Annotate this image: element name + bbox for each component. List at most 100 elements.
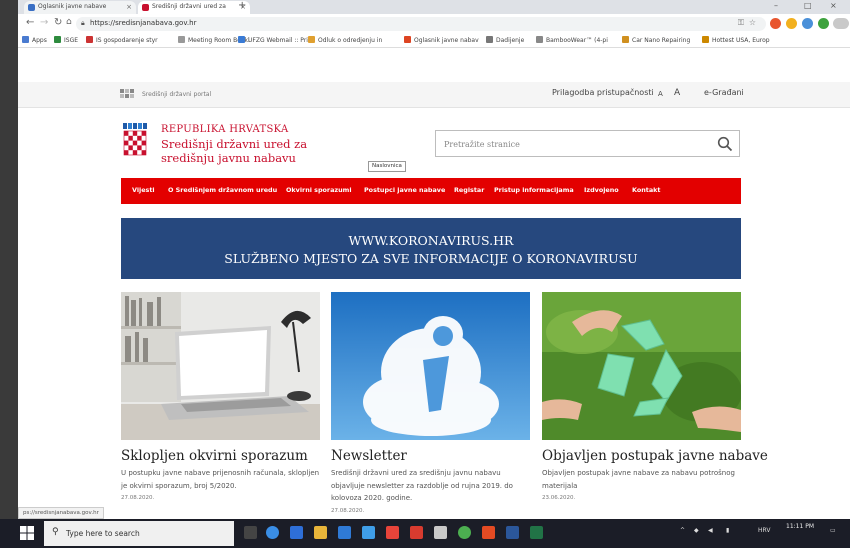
excel-icon[interactable] <box>530 526 543 539</box>
app-icon[interactable] <box>434 526 447 539</box>
nav-item-o-uredu[interactable]: O Središnjem državnom uredu <box>168 186 277 194</box>
tab-close-icon[interactable]: × <box>126 3 132 11</box>
word-icon[interactable] <box>506 526 519 539</box>
windows-start-icon[interactable] <box>20 526 34 540</box>
file-explorer-icon[interactable] <box>314 526 327 539</box>
browser-toolbar: ← → ↻ ⌂ 🔒︎ https://sredisnjanabava.gov.h… <box>18 14 850 34</box>
card-text-postupak: Objavljen postupak javne nabave za nabav… <box>542 469 735 490</box>
bookmark-item[interactable]: UFZG Webmail :: Pri <box>238 36 308 44</box>
profile-toggle-icon[interactable] <box>833 18 849 29</box>
mail-icon[interactable] <box>362 526 375 539</box>
key-icon[interactable]: ⚿ <box>738 18 744 28</box>
bookmark-item[interactable]: Hottest USA, Europ <box>702 36 770 44</box>
bookmark-item[interactable]: Odluk o odredjenju in <box>308 36 382 44</box>
search-icon[interactable] <box>717 136 733 152</box>
bookmark-favicon-icon <box>622 36 629 43</box>
bookmark-item[interactable]: BambooWear™ (4-pi <box>536 36 608 44</box>
close-window-icon[interactable]: × <box>830 1 837 10</box>
nav-item-pristup-informacijama[interactable]: Pristup informacijama <box>494 186 574 194</box>
bookmark-favicon-icon <box>86 36 93 43</box>
card-title-newsletter[interactable]: Newsletter <box>331 448 407 464</box>
card-text-sporazum: U postupku javne nabave prijenosnih raču… <box>121 469 320 490</box>
bookmark-favicon-icon <box>404 36 411 43</box>
portal-link[interactable]: Središnji državni portal <box>142 91 211 98</box>
nav-item-postupci[interactable]: Postupci javne nabave <box>364 186 445 194</box>
egradani-link[interactable]: e-Građani <box>704 88 744 97</box>
app-icon[interactable] <box>338 526 351 539</box>
card-title-sporazum[interactable]: Sklopljen okvirni sporazum <box>121 448 308 464</box>
koronavirus-banner[interactable]: WWW.KORONAVIRUS.HR SLUŽBENO MJESTO ZA SV… <box>121 218 741 279</box>
bookmark-favicon-icon <box>238 36 245 43</box>
extension-icon[interactable] <box>802 18 813 29</box>
site-utility-bar: Središnji državni portal Prilagodba pris… <box>18 82 850 108</box>
bookmark-star-icon[interactable]: ☆ <box>749 18 756 27</box>
address-bar[interactable]: 🔒︎ https://sredisnjanabava.gov.hr ⚿ ☆ <box>76 17 766 31</box>
bookmark-favicon-icon <box>536 36 543 43</box>
tab-favicon-icon <box>142 4 149 11</box>
bookmark-item[interactable]: Apps <box>22 36 47 44</box>
nav-item-kontakt[interactable]: Kontakt <box>632 186 660 194</box>
task-view-icon[interactable] <box>244 526 257 539</box>
forward-icon[interactable]: → <box>40 17 48 28</box>
nav-item-vijesti[interactable]: Vijesti <box>132 186 155 194</box>
banner-subtitle: SLUŽBENO MJESTO ZA SVE INFORMACIJE O KOR… <box>224 251 638 266</box>
bookmark-favicon-icon <box>54 36 61 43</box>
banner-title: WWW.KORONAVIRUS.HR <box>348 233 514 248</box>
edge-icon[interactable] <box>266 526 279 539</box>
app-icon[interactable] <box>290 526 303 539</box>
portal-logo-icon <box>120 89 134 98</box>
office-name-line2[interactable]: središnju javnu nabavu <box>161 151 296 165</box>
maximize-icon[interactable]: □ <box>804 1 812 10</box>
app-icon[interactable] <box>410 526 423 539</box>
card-date-newsletter: 27.08.2020. <box>331 508 365 514</box>
search-input[interactable] <box>444 137 704 151</box>
accessibility-link[interactable]: Prilagodba pristupačnosti <box>552 88 654 97</box>
search-icon: ⚲ <box>52 527 59 537</box>
network-icon[interactable]: ◆ <box>694 527 699 534</box>
app-icon[interactable] <box>386 526 399 539</box>
card-date-sporazum: 27.08.2020. <box>121 495 155 501</box>
newsletter-cloud-image[interactable] <box>331 292 530 440</box>
nav-item-okvirni-sporazumi[interactable]: Okvirni sporazumi <box>286 186 352 194</box>
taskbar-search-placeholder: Type here to search <box>66 529 140 538</box>
nav-item-izdvojeno[interactable]: Izdvojeno <box>584 186 619 194</box>
card-title-postupak[interactable]: Objavljen postupak javne nabave <box>542 448 768 464</box>
tab-sredisnji[interactable]: Središnji državni ured za × <box>138 1 250 14</box>
screen: Oglasnik javne nabave × Središnji državn… <box>0 0 850 548</box>
recycle-image[interactable] <box>542 292 741 440</box>
minimize-icon[interactable]: – <box>774 1 778 10</box>
taskbar-search[interactable]: ⚲ Type here to search <box>44 521 234 546</box>
tray-chevron-icon[interactable]: ^ <box>680 527 685 534</box>
country-name[interactable]: REPUBLIKA HRVATSKA <box>161 124 289 135</box>
bookmark-item[interactable]: Dadijenje <box>486 36 524 44</box>
office-name-line1[interactable]: Središnji državni ured za <box>161 137 307 151</box>
keyboard-language[interactable]: HRV <box>758 527 770 534</box>
bookmark-item[interactable]: Car Nano Repairing <box>622 36 690 44</box>
bookmark-item[interactable]: IS gospodarenje styr <box>86 36 158 44</box>
extension-icon[interactable] <box>818 18 829 29</box>
bookmarks-bar: Apps ISGE IS gospodarenje styr Meeting Room… <box>18 34 850 48</box>
battery-icon[interactable]: ▮ <box>726 527 729 534</box>
bookmark-item[interactable]: ISGE <box>54 36 78 44</box>
font-increase-button[interactable]: A <box>674 88 680 98</box>
tab-oglasnik[interactable]: Oglasnik javne nabave × <box>24 1 136 14</box>
nav-item-registar[interactable]: Registar <box>454 186 484 194</box>
laptop-image[interactable] <box>121 292 320 440</box>
bookmark-favicon-icon <box>486 36 493 43</box>
home-icon[interactable]: ⌂ <box>66 17 72 27</box>
card-date-postupak: 23.06.2020. <box>542 495 576 501</box>
extension-icon[interactable] <box>786 18 797 29</box>
bookmark-favicon-icon <box>308 36 315 43</box>
app-icon[interactable] <box>482 526 495 539</box>
chrome-icon[interactable] <box>458 526 471 539</box>
back-icon[interactable]: ← <box>26 17 34 28</box>
reload-icon[interactable]: ↻ <box>54 17 62 28</box>
volume-icon[interactable]: ◀ <box>708 527 713 534</box>
bookmark-favicon-icon <box>702 36 709 43</box>
bookmark-item[interactable]: Oglasnik javne nabav <box>404 36 479 44</box>
font-decrease-button[interactable]: A <box>658 90 663 98</box>
extension-icon[interactable] <box>770 18 781 29</box>
taskbar-clock[interactable]: 11:11 PM <box>786 523 814 530</box>
new-tab-icon[interactable]: + <box>238 0 246 11</box>
notification-icon[interactable]: ▭ <box>830 527 836 534</box>
